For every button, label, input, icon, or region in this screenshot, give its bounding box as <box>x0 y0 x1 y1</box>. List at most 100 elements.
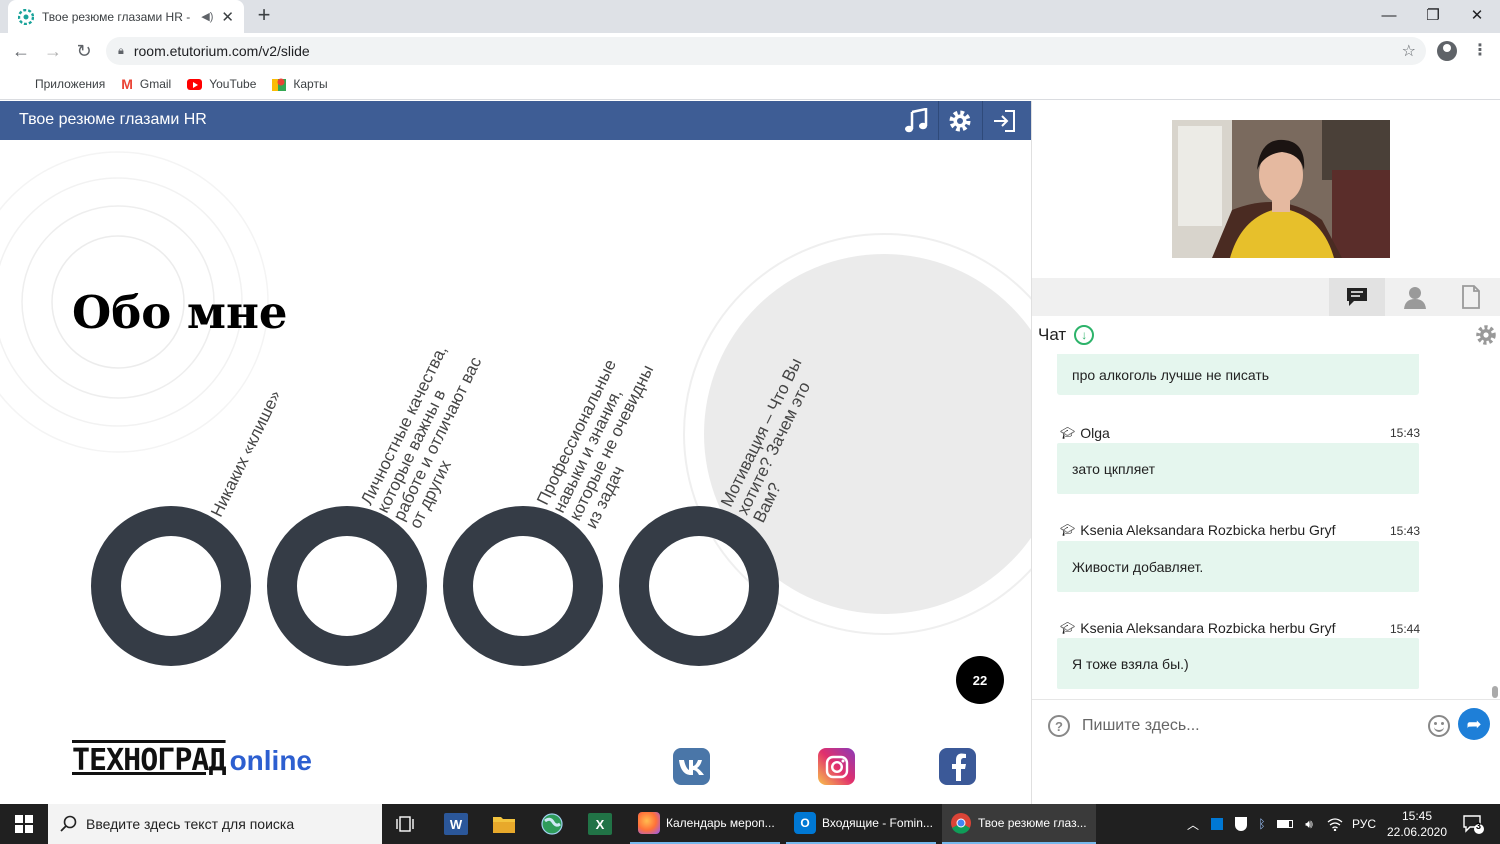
chat-message-bubble: Живости добавляет. <box>1057 541 1419 592</box>
address-bar: ← → ↻ 🔒︎ room.etutorium.com/v2/slide ☆ ⋮ <box>0 33 1500 69</box>
excel-icon[interactable]: X <box>576 804 624 844</box>
file-explorer-icon[interactable] <box>480 804 528 844</box>
chat-message-author: 🎓︎ Ksenia Aleksandara Rozbicka herbu Gry… <box>1060 620 1335 636</box>
windows-taskbar: Введите здесь текст для поиска W X Кален… <box>0 804 1500 844</box>
speaker-icon[interactable]: ◀) <box>201 10 213 23</box>
apps-grid-icon <box>14 77 28 91</box>
webinar-title: Твое резюме глазами HR <box>19 111 207 128</box>
word-icon[interactable]: W <box>432 804 480 844</box>
chat-message-author: 🎓︎ Olga <box>1060 425 1110 441</box>
url-text[interactable]: room.etutorium.com/v2/slide <box>134 43 310 59</box>
chat-message-bubble: про алкоголь лучше не писать <box>1057 354 1419 395</box>
globe-app-icon[interactable] <box>528 804 576 844</box>
taskbar-app-label: Твое резюме глаз... <box>978 816 1087 830</box>
bookmark-apps[interactable]: Приложения <box>14 77 105 91</box>
reload-icon[interactable]: ↻ <box>72 39 96 63</box>
panel-tabs <box>1032 278 1500 316</box>
tray-outlook-icon[interactable] <box>1207 804 1227 844</box>
emoji-icon[interactable] <box>1428 715 1450 737</box>
back-icon[interactable]: ← <box>9 39 33 63</box>
notification-count: 3 <box>1476 821 1482 831</box>
tab-strip: Твое резюме глазами HR - ◀) ✕ + — ❐ ✕ <box>0 0 1500 33</box>
volume-icon[interactable]: 🔊︎ <box>1299 804 1319 844</box>
help-icon[interactable]: ? <box>1048 715 1070 737</box>
taskbar-app-chrome[interactable]: Твое резюме глаз... <box>942 804 1096 844</box>
slide-page-number: 22 <box>956 656 1004 704</box>
restore-icon[interactable]: ❐ <box>1410 0 1456 30</box>
taskbar-search-placeholder: Введите здесь текст для поиска <box>86 816 295 832</box>
taskbar-app-firefox[interactable]: Календарь мероп... <box>630 804 780 844</box>
search-icon <box>60 815 77 832</box>
files-tab-icon[interactable] <box>1443 278 1499 316</box>
instagram-icon[interactable] <box>818 748 855 785</box>
window-close-icon[interactable]: ✕ <box>1454 0 1500 30</box>
vk-icon[interactable] <box>673 748 710 785</box>
gmail-icon: M <box>121 76 133 92</box>
minimize-icon[interactable]: — <box>1366 0 1412 30</box>
exit-icon[interactable] <box>982 101 1026 140</box>
language-indicator[interactable]: РУС <box>1350 804 1378 844</box>
forward-icon[interactable]: → <box>41 39 65 63</box>
slide-background-decor <box>0 151 1031 635</box>
chat-message-bubble: зато цкпляет <box>1057 443 1419 494</box>
bluetooth-icon[interactable]: ᛒ <box>1253 804 1271 844</box>
graduation-cap-icon: 🎓︎ <box>1060 523 1076 537</box>
notification-center-icon[interactable]: 3 <box>1458 804 1488 844</box>
taskbar-search[interactable]: Введите здесь текст для поиска <box>48 804 382 844</box>
chat-message-author: 🎓︎ Ksenia Aleksandara Rozbicka herbu Gry… <box>1060 522 1335 538</box>
settings-gear-icon[interactable] <box>938 101 982 140</box>
music-icon[interactable] <box>894 101 938 140</box>
slide-ring <box>443 506 603 666</box>
bookmark-gmail[interactable]: M Gmail <box>121 76 171 92</box>
task-view-icon[interactable] <box>382 804 430 844</box>
menu-icon[interactable]: ⋮ <box>1472 40 1488 60</box>
omnibox[interactable]: 🔒︎ room.etutorium.com/v2/slide ☆ <box>106 37 1426 65</box>
new-tab-button[interactable]: + <box>252 2 276 28</box>
browser-tab[interactable]: Твое резюме глазами HR - ◀) ✕ <box>8 0 244 33</box>
graduation-cap-icon: 🎓︎ <box>1060 621 1076 635</box>
bookmark-maps[interactable]: Карты <box>272 77 328 91</box>
tab-title: Твое резюме глазами HR - <box>42 9 191 24</box>
chat-message-bubble: Я тоже взяла бы.) <box>1057 638 1419 689</box>
windows-start-icon[interactable] <box>0 804 48 844</box>
participants-tab-icon[interactable] <box>1387 278 1443 316</box>
bookmark-youtube[interactable]: YouTube <box>187 77 256 91</box>
profile-icon[interactable] <box>1437 41 1457 61</box>
technograd-logo: ТЕХНОГРАД online <box>72 743 312 787</box>
close-tab-icon[interactable]: ✕ <box>221 8 234 26</box>
send-button[interactable]: ➦ <box>1458 708 1490 740</box>
bookmarks-bar: Приложения M Gmail YouTube Карты <box>0 69 1500 100</box>
wifi-icon[interactable] <box>1325 804 1345 844</box>
graduation-cap-icon: 🎓︎ <box>1060 426 1076 440</box>
taskbar-app-label: Календарь мероп... <box>666 816 775 830</box>
youtube-icon <box>187 78 203 90</box>
tray-security-icon[interactable] <box>1231 804 1251 844</box>
author-name: Ksenia Aleksandara Rozbicka herbu Gryf <box>1080 522 1336 538</box>
download-chat-icon[interactable]: ↓ <box>1074 325 1095 345</box>
author-name: Olga <box>1080 425 1110 441</box>
presenter-video <box>1172 120 1390 258</box>
taskbar-clock[interactable]: 15:45 22.06.2020 <box>1382 808 1452 840</box>
lock-icon[interactable]: 🔒︎ <box>118 45 124 58</box>
chat-header: Чат ↓ <box>1038 325 1095 345</box>
chat-tab-icon[interactable] <box>1329 278 1385 316</box>
facebook-icon[interactable] <box>939 748 976 785</box>
bookmark-star-icon[interactable]: ☆ <box>1402 41 1416 61</box>
bookmark-label: Карты <box>293 77 328 91</box>
chat-message-time: 15:44 <box>1390 622 1421 636</box>
chat-message-time: 15:43 <box>1390 426 1421 440</box>
clock-date: 22.06.2020 <box>1386 825 1448 839</box>
battery-icon[interactable] <box>1275 804 1295 844</box>
chat-input[interactable]: Пишите здесь... <box>1082 717 1200 735</box>
chat-input-bar: ? Пишите здесь... ➦ <box>1032 699 1500 749</box>
chat-settings-gear-icon[interactable] <box>1475 324 1497 351</box>
chat-scrollbar[interactable] <box>1492 686 1498 698</box>
app-header: Твое резюме глазами HR <box>0 101 1031 140</box>
taskbar-app-outlook[interactable]: O Входящие - Fomin... <box>786 804 936 844</box>
side-panel: Чат ↓ про алкоголь лучше не писать 🎓︎ Ol… <box>1031 101 1500 804</box>
maps-icon <box>272 78 287 91</box>
tray-chevron-icon[interactable]: ︿ <box>1183 804 1203 844</box>
outlook-icon: O <box>794 812 816 834</box>
taskbar-app-label: Входящие - Fomin... <box>822 816 933 830</box>
clock-time: 15:45 <box>1401 809 1433 823</box>
